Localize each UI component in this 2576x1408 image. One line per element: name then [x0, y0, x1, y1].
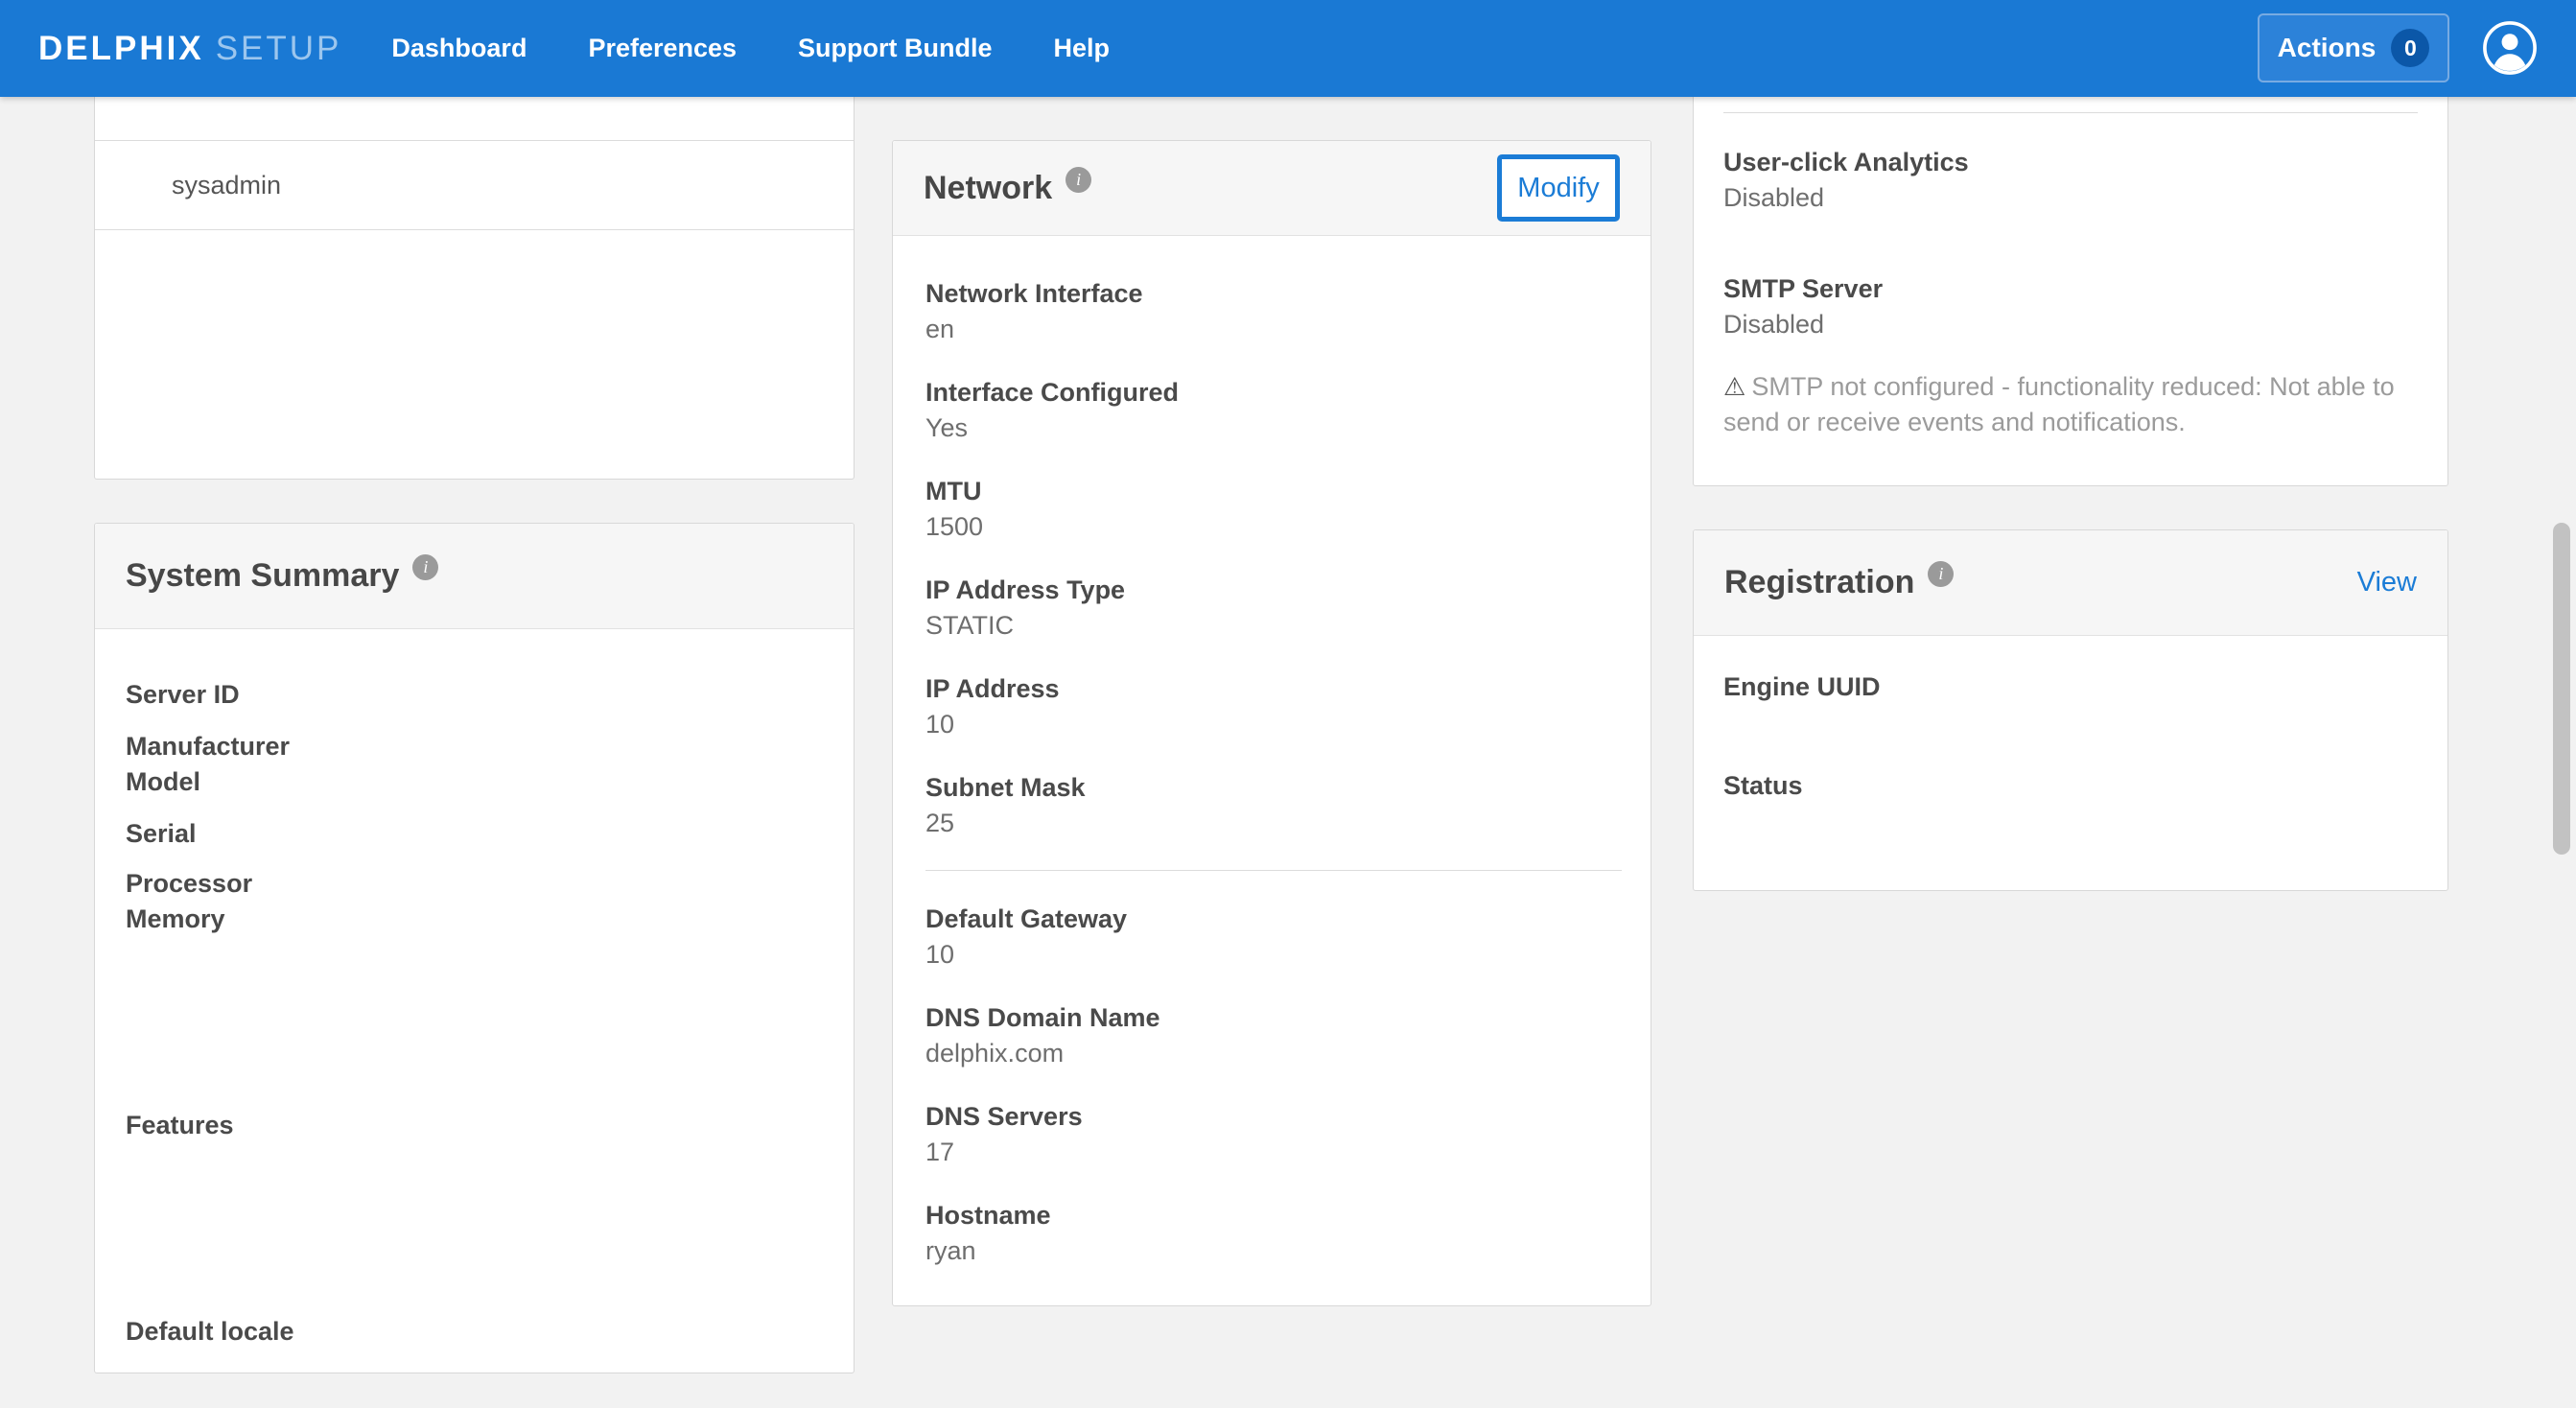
network-body: Network Interface en Interface Configure… [893, 236, 1651, 1269]
status-field-user-click-analytics: User-click Analytics Disabled [1723, 145, 2418, 216]
registration-view-link[interactable]: View [2357, 567, 2417, 598]
warning-icon: ⚠ [1723, 372, 1745, 401]
field-value: 1500 [925, 509, 1622, 545]
user-name: sysadmin [172, 171, 281, 200]
network-header: Network i Modify [893, 141, 1651, 236]
smtp-warning: ⚠SMTP not configured - functionality red… [1723, 369, 2418, 440]
users-card: sysadmin [94, 97, 855, 480]
field-label-model: Model [126, 764, 823, 800]
field-value: 10 [925, 707, 1622, 742]
nav-item-preferences[interactable]: Preferences [588, 0, 737, 97]
info-icon[interactable]: i [412, 554, 438, 580]
users-card-spacer [95, 97, 854, 140]
warning-text: SMTP not configured - functionality redu… [1723, 372, 2395, 436]
status-card: User-click Analytics Disabled SMTP Serve… [1693, 97, 2448, 486]
network-field-interface: Network Interface en [925, 276, 1622, 347]
network-field-subnet-mask: Subnet Mask 25 [925, 770, 1622, 841]
field-label: User-click Analytics [1723, 145, 2418, 180]
network-field-interface-configured: Interface Configured Yes [925, 375, 1622, 446]
field-label-status: Status [1723, 768, 2418, 804]
registration-body: Engine UUID Status [1694, 636, 2447, 804]
field-value: en [925, 312, 1622, 347]
field-value: Disabled [1723, 180, 2418, 216]
system-summary-card: System Summary i Server ID Manufacturer … [94, 523, 855, 1373]
user-avatar-icon[interactable] [2482, 20, 2538, 76]
brand-logo[interactable]: DELPHIX SETUP [38, 30, 341, 68]
field-value: 10 [925, 937, 1622, 973]
field-label: IP Address [925, 671, 1622, 707]
network-field-dns-servers: DNS Servers 17 [925, 1099, 1622, 1170]
network-card: Network i Modify Network Interface en In… [892, 140, 1651, 1306]
field-label: Interface Configured [925, 375, 1622, 411]
field-label-server-id: Server ID [126, 677, 823, 713]
field-label-features: Features [126, 1108, 823, 1143]
network-field-dns-domain-name: DNS Domain Name delphix.com [925, 1000, 1622, 1071]
field-label: Subnet Mask [925, 770, 1622, 806]
system-summary-header: System Summary i [95, 524, 854, 629]
registration-header: Registration i View [1694, 530, 2447, 636]
user-row-sysadmin[interactable]: sysadmin [95, 140, 854, 230]
status-field-smtp-server: SMTP Server Disabled [1723, 271, 2418, 342]
field-value: STATIC [925, 608, 1622, 644]
field-label-serial: Serial [126, 816, 823, 852]
nav-item-help[interactable]: Help [1054, 0, 1111, 97]
field-label: DNS Domain Name [925, 1000, 1622, 1036]
field-value: ryan [925, 1233, 1622, 1269]
network-title: Network [924, 170, 1052, 207]
field-label: Default Gateway [925, 902, 1622, 937]
registration-title: Registration [1724, 564, 1914, 601]
nav-items: Dashboard Preferences Support Bundle Hel… [391, 0, 1110, 97]
brand-secondary: SETUP [216, 30, 342, 68]
field-value: 25 [925, 806, 1622, 841]
field-label-memory: Memory [126, 902, 823, 937]
system-summary-title: System Summary [126, 557, 399, 595]
field-label-manufacturer: Manufacturer [126, 729, 823, 764]
status-body: User-click Analytics Disabled SMTP Serve… [1694, 113, 2447, 440]
network-modify-button[interactable]: Modify [1497, 154, 1620, 222]
nav-item-dashboard[interactable]: Dashboard [391, 0, 527, 97]
actions-button-label: Actions [2278, 33, 2377, 63]
info-icon[interactable]: i [1066, 167, 1091, 193]
field-value: 17 [925, 1135, 1622, 1170]
network-field-ip-address: IP Address 10 [925, 671, 1622, 742]
info-icon[interactable]: i [1928, 561, 1954, 587]
field-value: Disabled [1723, 307, 2418, 342]
brand-primary: DELPHIX [38, 30, 204, 68]
field-label-processor: Processor [126, 866, 823, 902]
network-field-ip-address-type: IP Address Type STATIC [925, 573, 1622, 644]
field-label-engine-uuid: Engine UUID [1723, 669, 2418, 705]
field-label: Hostname [925, 1198, 1622, 1233]
top-navbar: DELPHIX SETUP Dashboard Preferences Supp… [0, 0, 2576, 97]
network-field-mtu: MTU 1500 [925, 474, 1622, 545]
field-value: Yes [925, 411, 1622, 446]
field-label: DNS Servers [925, 1099, 1622, 1135]
field-label: MTU [925, 474, 1622, 509]
network-field-default-gateway: Default Gateway 10 [925, 902, 1622, 973]
field-label: Network Interface [925, 276, 1622, 312]
vertical-scrollbar-thumb[interactable] [2553, 523, 2570, 855]
actions-count-badge: 0 [2391, 29, 2429, 67]
actions-button[interactable]: Actions 0 [2258, 13, 2449, 82]
nav-item-support-bundle[interactable]: Support Bundle [798, 0, 992, 97]
system-summary-body: Server ID Manufacturer Model Serial Proc… [95, 629, 854, 1349]
field-label: SMTP Server [1723, 271, 2418, 307]
network-field-hostname: Hostname ryan [925, 1198, 1622, 1269]
registration-card: Registration i View Engine UUID Status [1693, 529, 2448, 891]
field-value: delphix.com [925, 1036, 1622, 1071]
field-label-default-locale: Default locale [126, 1314, 823, 1349]
network-divider [925, 870, 1622, 871]
field-label: IP Address Type [925, 573, 1622, 608]
